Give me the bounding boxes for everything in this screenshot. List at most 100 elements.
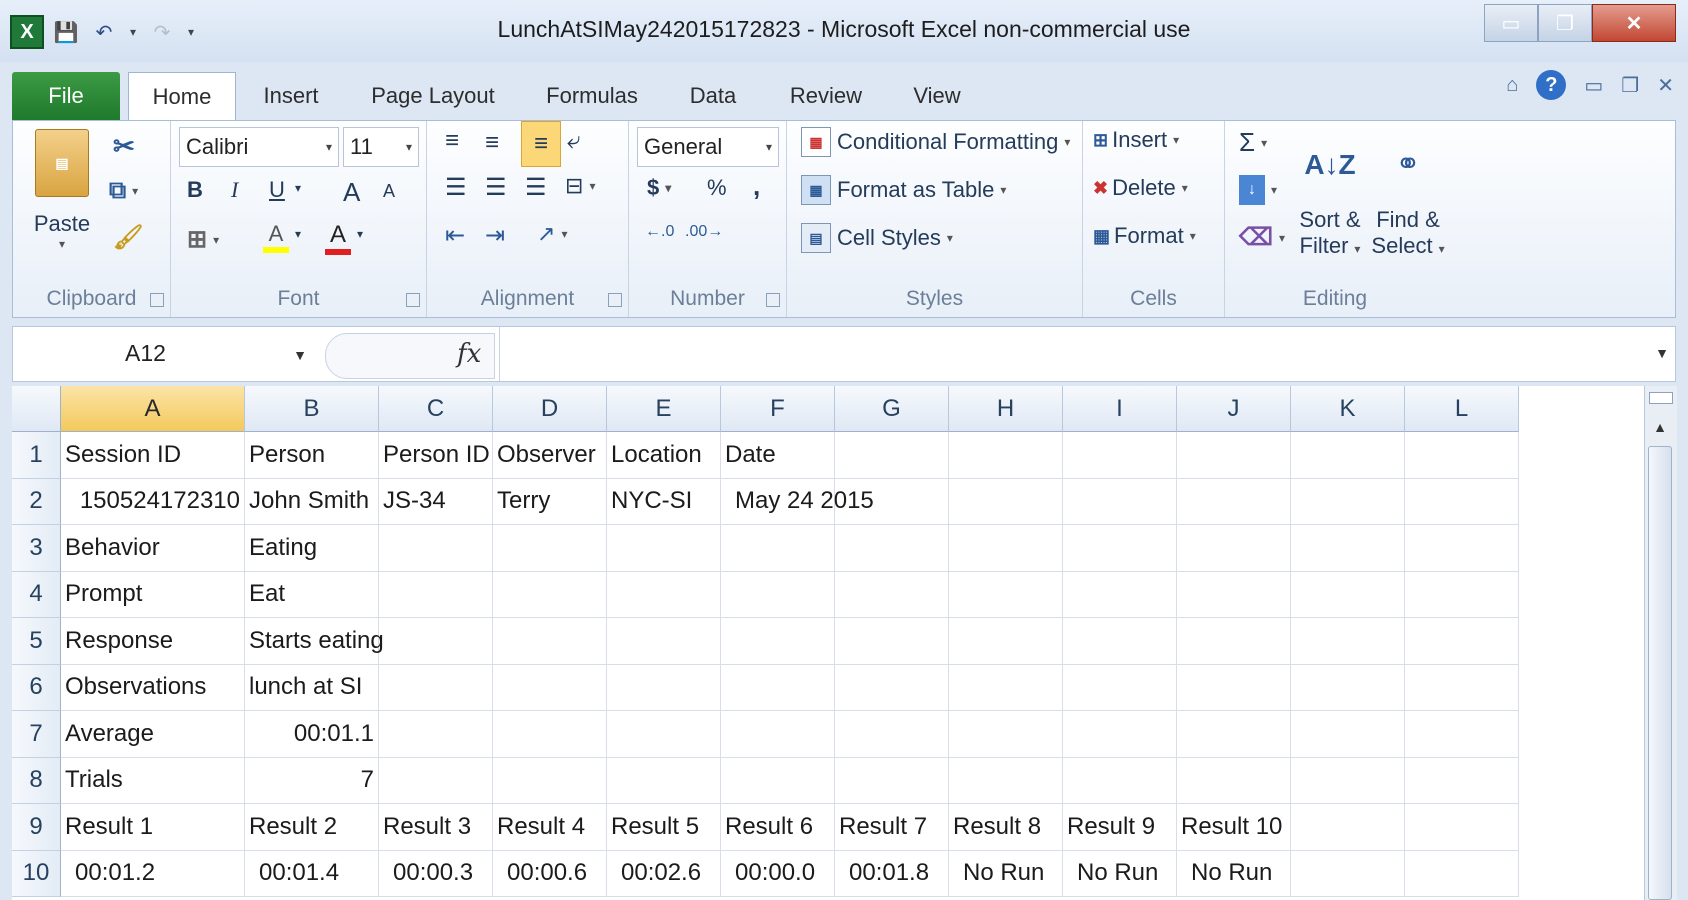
number-format-combo[interactable]: General ▾ (637, 127, 779, 167)
cell-k8[interactable] (1291, 757, 1405, 804)
column-header-i[interactable]: I (1063, 386, 1177, 432)
merge-center-icon[interactable]: ⊟ ▾ (565, 173, 595, 199)
cell-b2[interactable]: John Smith (245, 478, 379, 525)
cell-e1[interactable]: Location (607, 432, 721, 479)
cell-b4[interactable]: Eat (245, 571, 379, 618)
decrease-indent-icon[interactable]: ⇤ (445, 221, 465, 250)
cell-styles-button[interactable]: ▤ Cell Styles ▾ (801, 223, 953, 253)
cell-d9[interactable]: Result 4 (493, 804, 607, 851)
column-header-b[interactable]: B (245, 386, 379, 432)
percent-button[interactable]: % (707, 175, 727, 201)
cell-b3[interactable]: Eating (245, 525, 379, 572)
cell-l10[interactable] (1405, 850, 1519, 897)
split-box[interactable] (1649, 392, 1673, 404)
alignment-launcher-icon[interactable] (608, 293, 622, 307)
font-size-combo[interactable]: 11 ▾ (343, 127, 419, 167)
cell-d4[interactable] (493, 571, 607, 618)
cell-g9[interactable]: Result 7 (835, 804, 949, 851)
minimize-button[interactable]: ▭ (1484, 4, 1538, 42)
wrap-text-icon[interactable]: ⤶ (567, 127, 580, 155)
cell-d6[interactable] (493, 664, 607, 711)
cell-f1[interactable]: Date (721, 432, 835, 479)
cell-c9[interactable]: Result 3 (379, 804, 493, 851)
cell-c5[interactable] (379, 618, 493, 665)
cell-c3[interactable] (379, 525, 493, 572)
cell-c2[interactable]: JS-34 (379, 478, 493, 525)
cell-b7[interactable]: 00:01.1 (245, 711, 379, 758)
cell-j10[interactable]: No Run (1177, 850, 1291, 897)
cell-d2[interactable]: Terry (493, 478, 607, 525)
cell-j2[interactable] (1177, 478, 1291, 525)
scroll-up-icon[interactable]: ▲ (1649, 416, 1671, 438)
borders-button[interactable]: ⊞ ▾ (187, 225, 219, 254)
workbook-close-icon[interactable]: ✕ (1657, 73, 1674, 98)
grow-font-button[interactable]: A (343, 177, 360, 208)
scroll-thumb[interactable] (1648, 446, 1672, 900)
cell-h1[interactable] (949, 432, 1063, 479)
cell-g5[interactable] (835, 618, 949, 665)
insert-cells-button[interactable]: ⊞ Insert ▾ (1093, 127, 1179, 153)
cell-f10[interactable]: 00:00.0 (721, 850, 835, 897)
number-launcher-icon[interactable] (766, 293, 780, 307)
row-header-4[interactable]: 4 (12, 571, 61, 618)
row-header-9[interactable]: 9 (12, 804, 61, 851)
font-color-dropdown-icon[interactable]: ▾ (357, 227, 363, 241)
font-name-combo[interactable]: Calibri ▾ (179, 127, 339, 167)
cell-l1[interactable] (1405, 432, 1519, 479)
cell-c4[interactable] (379, 571, 493, 618)
maximize-button[interactable]: ❐ (1538, 4, 1592, 42)
underline-button[interactable]: U (269, 177, 285, 203)
cell-j4[interactable] (1177, 571, 1291, 618)
cell-g1[interactable] (835, 432, 949, 479)
column-header-l[interactable]: L (1405, 386, 1519, 432)
fill-button[interactable]: ↓ ▾ (1239, 175, 1277, 205)
cell-b8[interactable]: 7 (245, 757, 379, 804)
cell-d10[interactable]: 00:00.6 (493, 850, 607, 897)
cell-a4[interactable]: Prompt (61, 571, 245, 618)
tab-insert[interactable]: Insert (246, 72, 336, 120)
cell-a6[interactable]: Observations (61, 664, 245, 711)
delete-cells-button[interactable]: ✖ Delete ▾ (1093, 175, 1188, 201)
conditional-formatting-button[interactable]: ▦ Conditional Formatting ▾ (801, 127, 1070, 157)
format-cells-button[interactable]: ▦ Format ▾ (1093, 223, 1196, 249)
tab-home[interactable]: Home (128, 72, 236, 121)
orientation-icon[interactable]: ↗ ▾ (537, 221, 567, 247)
cell-l8[interactable] (1405, 757, 1519, 804)
bold-button[interactable]: B (187, 177, 203, 203)
cell-d8[interactable] (493, 757, 607, 804)
help-icon[interactable]: ? (1536, 70, 1567, 100)
column-header-e[interactable]: E (607, 386, 721, 432)
row-header-5[interactable]: 5 (12, 618, 61, 665)
cell-e10[interactable]: 00:02.6 (607, 850, 721, 897)
cell-h9[interactable]: Result 8 (949, 804, 1063, 851)
select-all-button[interactable] (12, 386, 61, 432)
tab-review[interactable]: Review (774, 72, 878, 120)
workbook-minimize-icon[interactable]: ▭ (1584, 73, 1603, 98)
row-header-6[interactable]: 6 (12, 664, 61, 711)
align-left-icon[interactable]: ☰ (445, 173, 467, 202)
cell-j8[interactable] (1177, 757, 1291, 804)
cell-b5[interactable]: Starts eating (245, 618, 384, 665)
cell-l5[interactable] (1405, 618, 1519, 665)
row-header-2[interactable]: 2 (12, 478, 61, 525)
cell-f4[interactable] (721, 571, 835, 618)
cell-a1[interactable]: Session ID (61, 432, 245, 479)
cut-button[interactable]: ✂ (113, 131, 135, 162)
cell-g7[interactable] (835, 711, 949, 758)
sort-filter-button[interactable]: A↓Z Sort & Filter ▾ (1295, 123, 1365, 259)
cell-k3[interactable] (1291, 525, 1405, 572)
font-launcher-icon[interactable] (406, 293, 420, 307)
cell-l6[interactable] (1405, 664, 1519, 711)
bottom-align-icon[interactable]: ≡ (521, 121, 561, 167)
column-header-c[interactable]: C (379, 386, 493, 432)
cell-f6[interactable] (721, 664, 835, 711)
cell-i3[interactable] (1063, 525, 1177, 572)
cell-k9[interactable] (1291, 804, 1405, 851)
format-as-table-button[interactable]: ▦ Format as Table ▾ (801, 175, 1006, 205)
cell-k7[interactable] (1291, 711, 1405, 758)
cell-c7[interactable] (379, 711, 493, 758)
fill-color-button[interactable]: A (263, 221, 289, 253)
cell-e7[interactable] (607, 711, 721, 758)
cell-d1[interactable]: Observer (493, 432, 607, 479)
cell-k2[interactable] (1291, 478, 1405, 525)
